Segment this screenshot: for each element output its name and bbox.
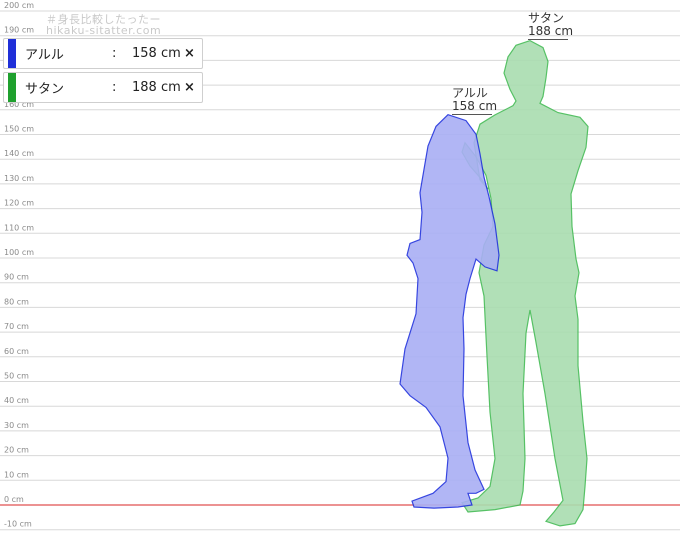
tick-label: 0 cm [4, 495, 24, 504]
separator: : [112, 46, 117, 61]
remove-person-icon[interactable]: × [184, 80, 195, 95]
person-height: 188 cm [132, 80, 181, 95]
tick-label: -10 cm [4, 520, 32, 529]
tick-label: 100 cm [4, 248, 34, 257]
height-comparison-canvas: 200 cm190 cm180 cm170 cm160 cm150 cm140 … [0, 0, 680, 535]
tick-label: 120 cm [4, 199, 34, 208]
tick-label: 40 cm [4, 396, 29, 405]
tick-label: 10 cm [4, 470, 29, 479]
tick-label: 200 cm [4, 1, 34, 10]
tick-label: 190 cm [4, 26, 34, 35]
legend-entry-satan[interactable]: サタン : 188 cm × [3, 72, 203, 103]
tick-label: 60 cm [4, 347, 29, 356]
legend-entry-arle[interactable]: アルル : 158 cm × [3, 38, 203, 69]
tick-label: 20 cm [4, 446, 29, 455]
tick-label: 80 cm [4, 297, 29, 306]
figure-label-arle: アルル 158 cm [452, 87, 497, 115]
figure-name: アルル [452, 86, 488, 100]
color-swatch [8, 39, 16, 68]
tick-label: 90 cm [4, 273, 29, 282]
figure-height: 158 cm [452, 99, 498, 113]
tick-label: 50 cm [4, 372, 29, 381]
person-name: サタン [25, 82, 65, 97]
person-height: 158 cm [132, 46, 181, 61]
person-name: アルル [25, 48, 64, 63]
figure-label-satan: サタン 188 cm [528, 12, 573, 40]
color-swatch [8, 73, 16, 102]
tick-label: 110 cm [4, 223, 34, 232]
tick-label: 140 cm [4, 149, 34, 158]
figure-height: 188 cm [528, 24, 574, 38]
watermark-url: hikaku-sitatter.com [46, 24, 162, 37]
tick-label: 130 cm [4, 174, 34, 183]
tick-label: 70 cm [4, 322, 29, 331]
remove-person-icon[interactable]: × [184, 46, 195, 61]
tick-label: 150 cm [4, 125, 34, 134]
tick-label: 30 cm [4, 421, 29, 430]
silhouette-arle [399, 114, 500, 509]
separator: : [112, 80, 117, 95]
figure-name: サタン [528, 11, 565, 25]
